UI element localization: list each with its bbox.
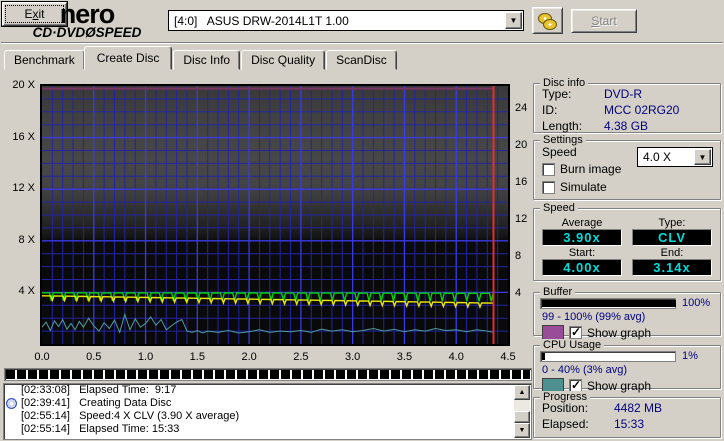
speed-select-dropdown-button[interactable]: ▼ [694,149,711,165]
scroll-up-icon[interactable]: ▲ [514,385,530,400]
write-progress-bar [4,368,532,381]
chart-canvas [42,86,508,344]
disc-length-label: Length: [542,119,604,133]
position-label: Position: [542,401,614,415]
drive-select-dropdown-button[interactable]: ▼ [505,12,522,29]
right-axis-tick-label: 20 [515,139,527,151]
log-entry[interactable]: [02:55:14] Speed:4 X CLV (3.90 X average… [4,410,531,423]
simulate-label: Simulate [560,180,607,194]
right-axis-tick-label: 4 [515,287,521,299]
burn-image-checkbox[interactable] [542,163,555,176]
tab-disc-info[interactable]: Disc Info [173,50,240,70]
average-label: Average [542,217,622,229]
progress-group: Progress Position:4482 MB Elapsed:15:33 [533,397,721,438]
log-listbox[interactable]: [02:33:08] Elapsed Time: 9:17[02:39:41] … [3,383,532,440]
cpu-meter [540,351,676,362]
logo-cdvdspeed-text: CD·DVDØSPEED [7,26,167,39]
end-label: End: [632,247,712,259]
speed-chart: 20 X 16 X 12 X 8 X 4 X 24 20 16 12 8 4 0.0 0.5 1.0 1.5… [1,71,531,366]
x-axis-tick-label: 4.5 [493,351,523,363]
start-speed-display: 4.00x [542,259,622,276]
x-axis-tick-label: 1.5 [182,351,212,363]
disc-length-value: 4.38 GB [604,119,648,133]
average-speed-display: 3.90x [542,229,622,246]
simulate-checkbox[interactable] [542,181,555,194]
x-axis-tick-label: 3.0 [338,351,368,363]
tab-create-disc[interactable]: Create Disc [84,46,173,70]
x-axis-tick-label: 1.0 [131,351,161,363]
type-label: Type: [632,217,712,229]
speed-setting-label: Speed [542,145,577,159]
speed-select-value: 4.0 X [638,150,693,164]
y-axis-tick-label: 12 X [1,182,35,194]
disc-id-label: ID: [542,103,604,117]
disc-info-group: Disc info Type:DVD-R ID:MCC 02RG20 Lengt… [533,83,721,133]
start-label: Start: [542,247,622,259]
app-window: nero CD·DVDØSPEED [4:0] ASUS DRW-2014L1T… [0,0,724,441]
y-axis-tick-label: 8 X [1,234,35,246]
log-scrollbar[interactable]: ▲ ▼ [514,385,530,438]
log-entry[interactable]: [02:33:08] Elapsed Time: 9:17 [4,384,531,397]
right-axis-tick-label: 24 [515,102,527,114]
disc-id-value: MCC 02RG20 [604,103,679,117]
tab-benchmark[interactable]: Benchmark [4,50,85,70]
buffer-group: Buffer 100% 99 - 100% (99% avg) Show gra… [533,292,721,336]
cpu-group: CPU Usage 1% 0 - 40% (3% avg) Show graph [533,345,721,389]
y-axis-tick-label: 20 X [1,79,35,91]
buffer-show-graph-label: Show graph [587,326,651,340]
buffer-stats: 99 - 100% (99% avg) [534,309,720,325]
burn-image-label: Burn image [560,162,621,176]
chart-plot-area [40,84,510,346]
disc-log-icon [6,398,17,409]
speed-type-display: CLV [632,229,712,246]
start-button[interactable]: Start [571,9,637,33]
progress-title: Progress [540,391,590,403]
x-axis-tick-label: 0.5 [79,351,109,363]
toolbar-separator [1,42,724,44]
drive-select[interactable]: [4:0] ASUS DRW-2014L1T 1.00 ▼ [168,10,524,31]
elapsed-value: 15:33 [614,417,644,431]
discs-icon [538,12,558,30]
speed-group: Speed Average 3.90x Type: CLV Start: 4.0… [533,208,721,281]
buffer-show-graph-checkbox[interactable] [569,326,582,339]
position-value: 4482 MB [614,401,662,415]
tab-bar: Benchmark Create Disc Disc Info Disc Qua… [4,48,398,70]
end-speed-display: 3.14x [632,259,712,276]
buffer-percent: 100% [682,297,714,309]
disc-info-title: Disc info [540,77,588,89]
cpu-show-graph-label: Show graph [587,379,651,393]
x-axis-tick-label: 4.0 [441,351,471,363]
right-axis-tick-label: 16 [515,176,527,188]
buffer-color-swatch [542,325,564,340]
scrollbar-thumb[interactable] [514,411,530,423]
log-entry[interactable]: [02:39:41] Creating Data Disc [4,397,531,410]
y-axis-tick-label: 4 X [1,285,35,297]
settings-title: Settings [540,134,586,146]
y-axis-tick-label: 16 X [1,131,35,143]
cpu-title: CPU Usage [540,339,604,351]
log-entry[interactable]: [02:55:14] Elapsed Time: 15:33 [4,423,531,436]
tab-scandisc[interactable]: ScanDisc [326,50,397,70]
disc-options-button[interactable] [532,7,563,34]
cpu-stats: 0 - 40% (3% avg) [534,362,720,378]
drive-select-value: [4:0] ASUS DRW-2014L1T 1.00 [169,14,504,28]
right-axis-tick-label: 12 [515,213,527,225]
scroll-down-icon[interactable]: ▼ [514,423,530,438]
buffer-title: Buffer [540,286,575,298]
disc-type-value: DVD-R [604,87,642,101]
tab-disc-quality[interactable]: Disc Quality [241,50,325,70]
nero-logo: nero CD·DVDØSPEED [7,2,167,39]
elapsed-label: Elapsed: [542,417,614,431]
logo-nero-text: nero [7,2,167,26]
speed-select[interactable]: 4.0 X ▼ [637,147,713,167]
speed-title: Speed [540,202,578,214]
disc-type-label: Type: [542,87,604,101]
buffer-meter [540,298,676,309]
right-axis-tick-label: 8 [515,250,521,262]
cpu-percent: 1% [682,350,714,362]
x-axis-tick-label: 2.0 [234,351,264,363]
x-axis-tick-label: 2.5 [286,351,316,363]
x-axis-tick-label: 0.0 [27,351,57,363]
x-axis-tick-label: 3.5 [389,351,419,363]
